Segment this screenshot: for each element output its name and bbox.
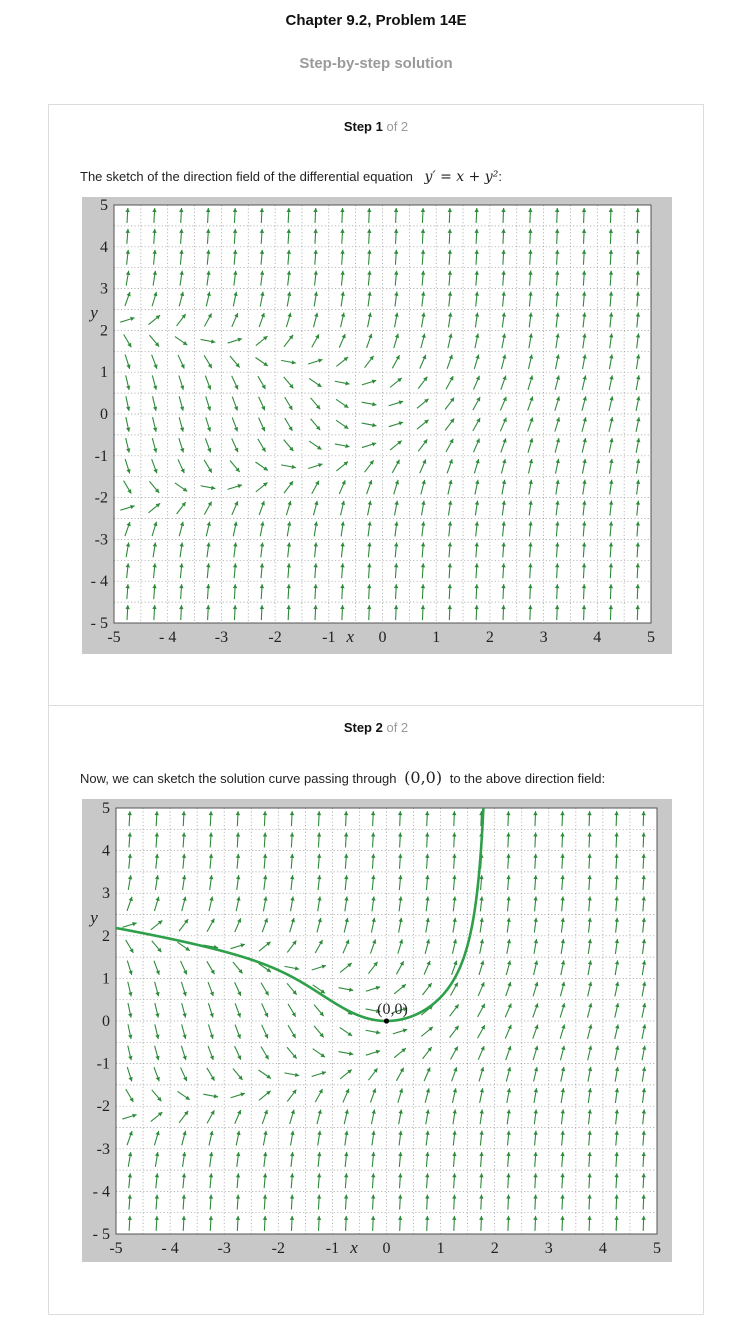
step-2-count: of 2 xyxy=(386,720,409,735)
y-tick-label: 0 xyxy=(100,406,108,423)
x-tick-label: -2 xyxy=(272,1240,285,1257)
step-1-equation: y′ = x + y² xyxy=(424,169,499,185)
step-2-text-before: Now, we can sketch the solution curve pa… xyxy=(80,771,397,786)
step-2-header: Step 2 of 2 xyxy=(49,720,703,735)
x-tick-label: -3 xyxy=(218,1240,231,1257)
y-tick-label: 2 xyxy=(102,928,110,945)
step-1-equation-suffix: : xyxy=(498,169,502,184)
x-tick-label: -5 xyxy=(107,629,120,646)
y-tick-label: 4 xyxy=(102,843,110,860)
y-tick-label: -3 xyxy=(95,531,108,548)
x-tick-label: 2 xyxy=(486,629,494,646)
x-axis-label: x xyxy=(346,627,355,646)
y-tick-label: 2 xyxy=(100,322,108,339)
x-tick-label: -1 xyxy=(322,629,335,646)
step-2-label: Step 2 xyxy=(343,720,383,735)
page-title: Chapter 9.2, Problem 14E xyxy=(285,12,467,29)
step-1-header: Step 1 of 2 xyxy=(49,119,703,134)
y-tick-label: -1 xyxy=(97,1056,110,1073)
solution-subtitle: Step-by-step solution xyxy=(299,55,453,72)
y-tick-labels: 5 4 3 2 1 0 -1 -2 -3 - 4 - 5 xyxy=(91,197,108,632)
step-2-text-line: Now, we can sketch the solution curve pa… xyxy=(80,768,605,787)
x-tick-label: 0 xyxy=(383,1240,391,1257)
x-tick-label: 3 xyxy=(545,1240,553,1257)
step-2-text-after: to the above direction field: xyxy=(449,771,606,786)
y-tick-label: -2 xyxy=(97,1098,110,1115)
y-tick-label: 3 xyxy=(102,885,110,902)
step-1-text-line: The sketch of the direction field of the… xyxy=(80,169,502,185)
y-tick-label: - 4 xyxy=(93,1183,110,1200)
x-tick-label: 1 xyxy=(437,1240,445,1257)
x-tick-label: -2 xyxy=(268,629,281,646)
y-tick-label: 1 xyxy=(100,364,108,381)
x-tick-label: 1 xyxy=(432,629,440,646)
x-tick-label: 5 xyxy=(647,629,655,646)
x-tick-label: -3 xyxy=(215,629,228,646)
y-tick-labels: 5 4 3 2 1 0 -1 -2 -3 - 4 - 5 xyxy=(93,800,110,1243)
y-tick-label: 5 xyxy=(102,800,110,817)
step-1-text: The sketch of the direction field of the… xyxy=(80,169,413,184)
y-tick-label: 3 xyxy=(100,281,108,298)
solution-point-marker xyxy=(383,1018,390,1024)
step-1-label: Step 1 xyxy=(343,119,383,134)
x-tick-label: 4 xyxy=(599,1240,607,1257)
x-tick-label: 5 xyxy=(653,1240,661,1257)
step-1-card: Step 1 of 2 The sketch of the direction … xyxy=(48,104,704,707)
x-tick-label: 3 xyxy=(540,629,548,646)
y-tick-label: -2 xyxy=(95,490,108,507)
x-tick-label: - 4 xyxy=(159,629,176,646)
y-tick-label: 5 xyxy=(100,197,108,214)
y-axis-label: y xyxy=(88,908,98,927)
solution-point-label: (0,0) xyxy=(377,1001,408,1018)
y-tick-label: -1 xyxy=(95,448,108,465)
x-tick-label: 0 xyxy=(379,629,387,646)
direction-field-svg-1: -5 - 4 -3 -2 -1 0 1 2 3 4 5 5 4 3 2 1 0 -1 -2 -3 - 4 - 5 x y xyxy=(88,197,655,646)
y-tick-label: - 4 xyxy=(91,573,108,590)
step-2-point: (0,0) xyxy=(404,768,443,787)
direction-field-svg-2: -5 - 4 -3 -2 -1 0 1 2 3 4 5 5 4 3 2 1 0 -1 -2 -3 - 4 - 5 x y (0,… xyxy=(88,800,661,1257)
y-axis-label: y xyxy=(88,303,98,322)
x-tick-label: -5 xyxy=(109,1240,122,1257)
direction-field-plot-2: -5 - 4 -3 -2 -1 0 1 2 3 4 5 5 4 3 2 1 0 -1 -2 -3 - 4 - 5 x y (0,… xyxy=(82,799,672,1262)
x-tick-label: -1 xyxy=(326,1240,339,1257)
x-axis-label: x xyxy=(349,1238,358,1257)
step-2-card: Step 2 of 2 Now, we can sketch the solut… xyxy=(48,705,704,1315)
x-tick-labels: -5 - 4 -3 -2 -1 0 1 2 3 4 5 xyxy=(109,1240,661,1257)
x-tick-label: 4 xyxy=(593,629,601,646)
y-tick-label: - 5 xyxy=(93,1226,110,1243)
y-tick-label: -3 xyxy=(97,1141,110,1158)
y-tick-label: 4 xyxy=(100,239,108,256)
x-tick-labels: -5 - 4 -3 -2 -1 0 1 2 3 4 5 xyxy=(107,629,655,646)
y-tick-label: 0 xyxy=(102,1013,110,1030)
y-tick-label: - 5 xyxy=(91,615,108,632)
y-tick-label: 1 xyxy=(102,970,110,987)
direction-field-plot-1: -5 - 4 -3 -2 -1 0 1 2 3 4 5 5 4 3 2 1 0 -1 -2 -3 - 4 - 5 x y xyxy=(82,197,672,654)
x-tick-label: 2 xyxy=(491,1240,499,1257)
x-tick-label: - 4 xyxy=(161,1240,178,1257)
step-1-count: of 2 xyxy=(386,119,409,134)
